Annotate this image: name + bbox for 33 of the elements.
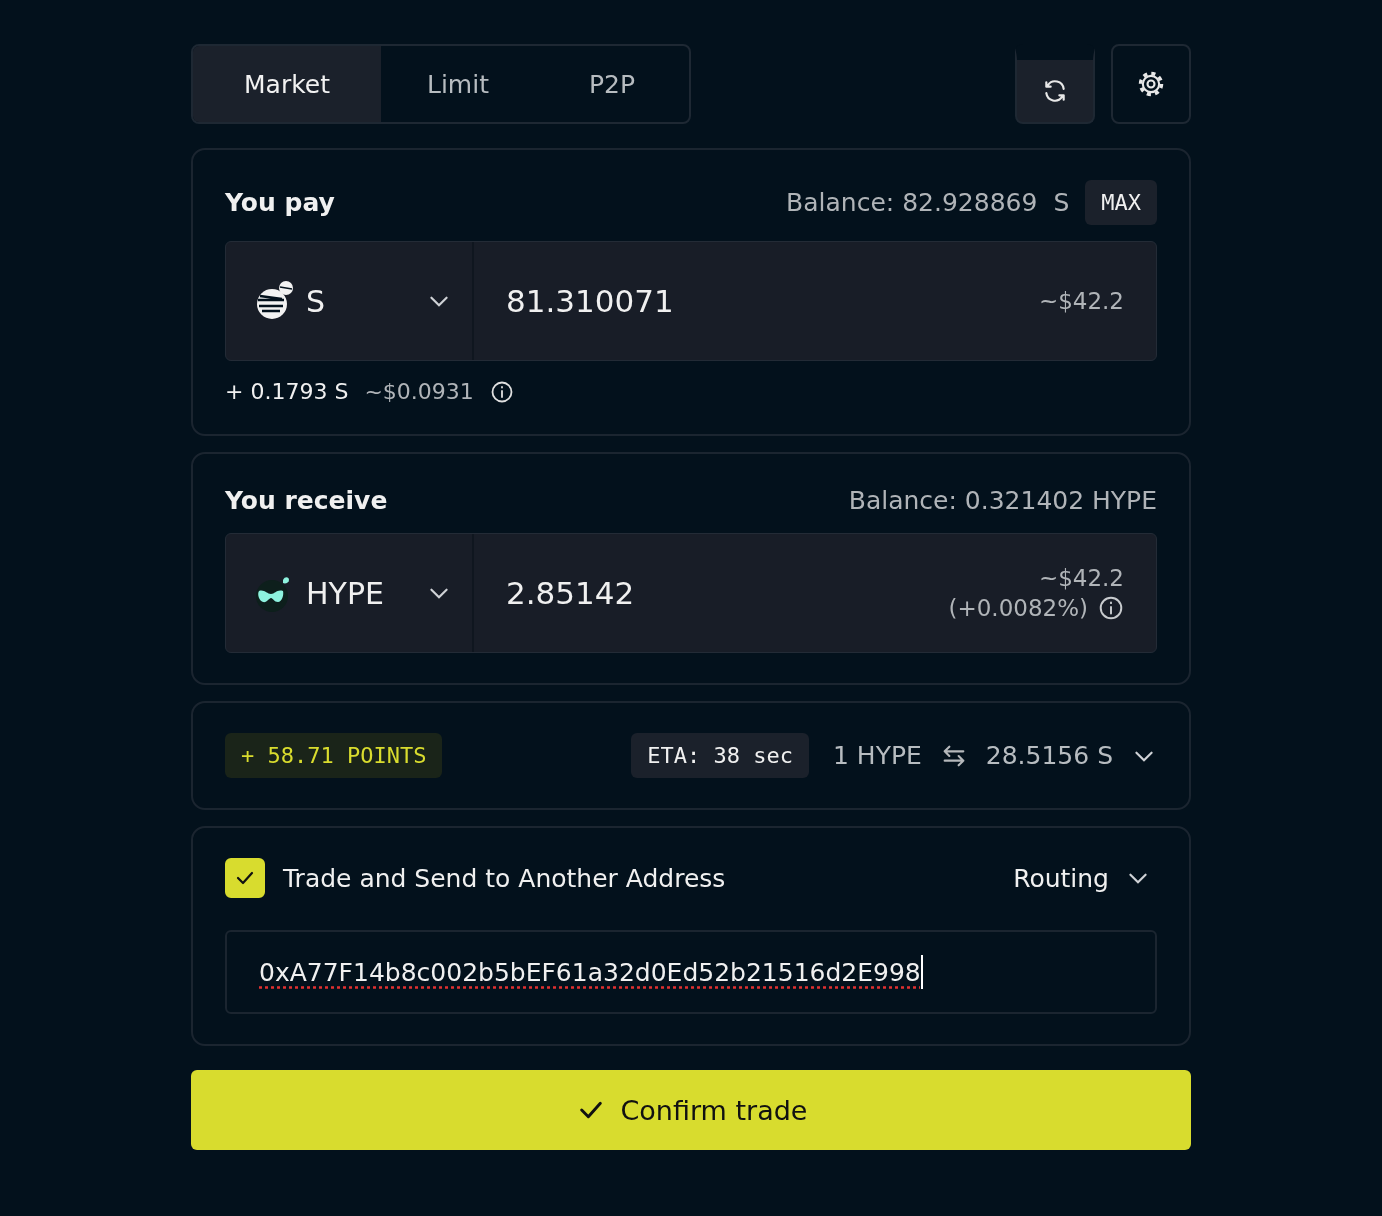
info-icon[interactable] (1098, 595, 1124, 621)
routing-dropdown[interactable]: Routing (1007, 862, 1157, 894)
usd-value: ~$42.2 (1038, 565, 1124, 591)
max-button[interactable]: MAX (1085, 180, 1157, 225)
settings-button[interactable] (1111, 44, 1191, 124)
settings-icon (1137, 70, 1165, 98)
section-title: You pay (225, 188, 335, 217)
rate-to: 28.5156 S (985, 741, 1113, 770)
info-icon[interactable] (489, 379, 514, 404)
send-checkbox[interactable] (225, 858, 265, 898)
balance-text: Balance: 82.928869 (786, 188, 1038, 217)
token-selector[interactable]: HYPE (226, 534, 474, 652)
amount-field[interactable]: 2.85142 ~$42.2 (+0.0082%) (474, 534, 1156, 652)
checkbox-label: Trade and Send to Another Address (283, 863, 726, 893)
section-title: You receive (225, 486, 388, 515)
eta-badge: ETA: 38 sec (631, 733, 809, 778)
usd-value: ~$42.2 (1038, 288, 1124, 314)
token-selector[interactable]: S (226, 242, 474, 360)
order-type-tab[interactable]: Limit (381, 46, 535, 122)
order-type-tab[interactable]: P2P (535, 46, 689, 122)
order-type-tab[interactable]: Market (193, 46, 381, 122)
amount-field[interactable]: 81.310071 ~$42.2 (474, 242, 1156, 360)
token-logo-icon (254, 280, 296, 322)
price-impact: (+0.0082%) (948, 595, 1088, 621)
confirm-trade-button[interactable]: Confirm trade (191, 1070, 1191, 1150)
balance-unit: S (1053, 188, 1070, 217)
refresh-icon (1042, 78, 1068, 104)
bonus-amount: + 0.1793 S (225, 379, 349, 404)
points-badge: + 58.71 POINTS (225, 733, 443, 778)
address-input[interactable]: 0xA77F14b8c002b5bEF61a32d0Ed52b21516d2E998 (225, 930, 1157, 1014)
balance-text: Balance: 0.321402 HYPE (848, 486, 1157, 515)
rate-from: 1 HYPE (833, 741, 922, 770)
bonus-usd: ~$0.0931 (364, 379, 474, 404)
